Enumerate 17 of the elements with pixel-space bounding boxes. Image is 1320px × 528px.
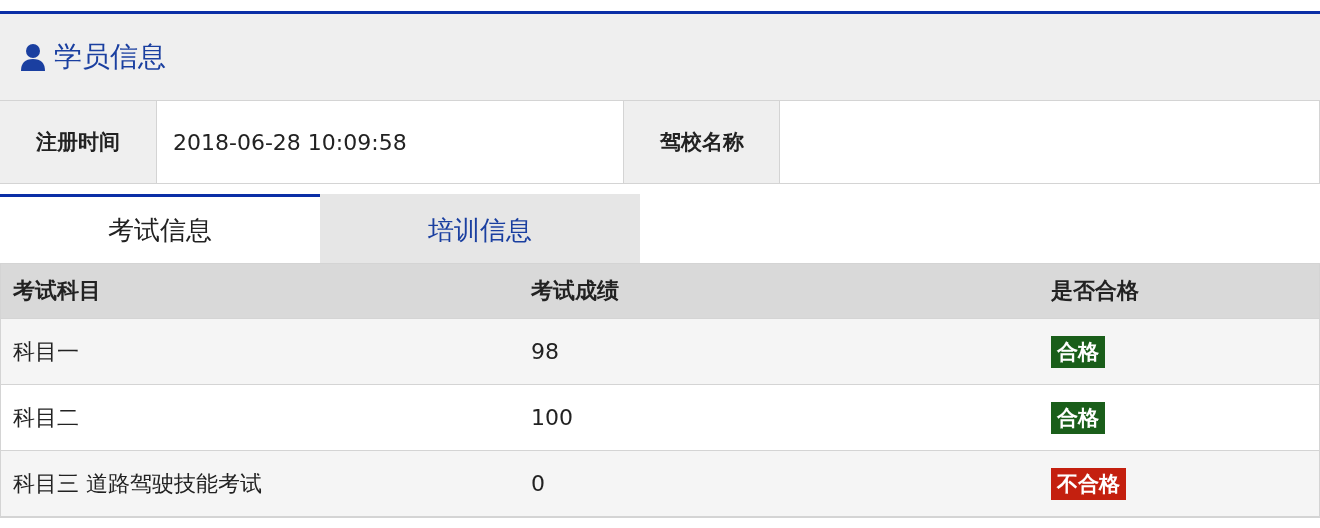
table-cell-text: 0 <box>530 471 546 496</box>
result-badge: 不合格 <box>1051 467 1126 500</box>
result-badge: 合格 <box>1051 401 1105 434</box>
column-header: 考试成绩 <box>530 277 620 305</box>
tab[interactable]: 培训信息 <box>320 194 640 263</box>
field-label: 注册时间 <box>0 101 157 183</box>
field-label: 驾校名称 <box>624 101 780 183</box>
table-cell-text: 98 <box>530 339 560 364</box>
result-badge: 合格 <box>1051 335 1105 368</box>
column-header: 是否合格 <box>1050 277 1140 305</box>
table-cell-text: 科目二 <box>12 403 80 432</box>
table-cell-text: 科目一 <box>12 337 80 366</box>
column-header: 考试科目 <box>12 277 102 305</box>
table-cell-text: 100 <box>530 405 574 430</box>
table-cell-text: 科目三 道路驾驶技能考试 <box>12 469 263 498</box>
panel-title: 学员信息 <box>54 39 166 75</box>
user-icon <box>20 43 46 71</box>
